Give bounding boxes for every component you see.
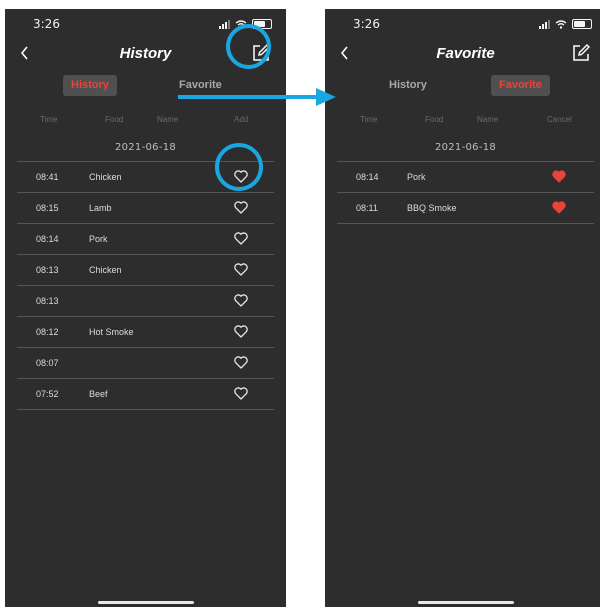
table-row: 08:12 Hot Smoke (17, 317, 274, 348)
table-row: 08:07 (17, 348, 274, 379)
row-time: 08:13 (36, 296, 59, 306)
heart-outline-icon[interactable] (234, 263, 248, 276)
table-row: 08:15 Lamb (17, 193, 274, 224)
home-indicator (97, 601, 194, 604)
date-header: 2021-06-18 (337, 137, 594, 162)
tab-favorite[interactable]: Favorite (491, 75, 550, 96)
arrow-right-icon (178, 88, 336, 106)
row-time: 08:41 (36, 172, 59, 182)
col-add: Add (234, 115, 249, 124)
row-food: Chicken (89, 265, 122, 275)
row-time: 08:07 (36, 358, 59, 368)
heart-outline-icon[interactable] (234, 325, 248, 338)
row-food: Pork (407, 172, 426, 182)
home-indicator (417, 601, 514, 604)
signal-icon (219, 19, 230, 29)
segmented-control: History Favorite (325, 75, 600, 97)
battery-icon (572, 19, 592, 29)
row-time: 08:15 (36, 203, 59, 213)
signal-icon (539, 19, 550, 29)
heart-filled-icon[interactable] (552, 170, 566, 183)
status-time: 3:26 (353, 17, 380, 31)
table-row: 08:11 BBQ Smoke (337, 193, 594, 224)
table-row: 08:13 Chicken (17, 255, 274, 286)
col-name: Name (157, 115, 179, 124)
heart-outline-icon[interactable] (234, 201, 248, 214)
favorite-screen: 3:26 Favorite History Favorite Time Food… (325, 9, 600, 607)
row-time: 07:52 (36, 389, 59, 399)
row-food: Hot Smoke (89, 327, 134, 337)
status-time: 3:26 (33, 17, 60, 31)
col-food: Food (425, 115, 444, 124)
favorite-list: 08:14 Pork 08:11 BBQ Smoke (337, 162, 594, 224)
heart-outline-icon[interactable] (234, 356, 248, 369)
wifi-icon (555, 19, 567, 29)
heart-outline-icon[interactable] (234, 294, 248, 307)
column-headers: Time Food Name Cancel (325, 115, 600, 129)
nav-bar: Favorite (325, 37, 600, 73)
table-row: 08:14 Pork (337, 162, 594, 193)
row-time: 08:13 (36, 265, 59, 275)
status-bar: 3:26 (325, 9, 600, 37)
column-headers: Time Food Name Add (5, 115, 286, 129)
col-cancel: Cancel (547, 115, 572, 124)
row-time: 08:14 (356, 172, 379, 182)
history-list: 08:41 Chicken 08:15 Lamb 08:14 Pork 08:13 Chick… (17, 162, 274, 410)
row-food: BBQ Smoke (407, 203, 457, 213)
heart-filled-icon[interactable] (552, 201, 566, 214)
page-title: Favorite (436, 45, 495, 62)
table-row: 08:14 Pork (17, 224, 274, 255)
row-time: 08:14 (36, 234, 59, 244)
row-food: Lamb (89, 203, 112, 213)
row-food: Pork (89, 234, 108, 244)
status-icons (539, 19, 592, 29)
table-row: 07:52 Beef (17, 379, 274, 410)
heart-outline-icon[interactable] (234, 387, 248, 400)
edit-highlight-circle (226, 24, 271, 69)
col-time: Time (360, 115, 378, 124)
tab-history[interactable]: History (63, 75, 117, 96)
row-time: 08:12 (36, 327, 59, 337)
row-food: Beef (89, 389, 108, 399)
row-food: Chicken (89, 172, 122, 182)
row-time: 08:11 (356, 203, 378, 213)
tab-history[interactable]: History (381, 75, 435, 96)
edit-pencil-icon[interactable] (570, 42, 592, 64)
heart-outline-icon[interactable] (234, 232, 248, 245)
col-time: Time (40, 115, 58, 124)
col-food: Food (105, 115, 124, 124)
heart-highlight-circle (215, 143, 263, 191)
table-row: 08:13 (17, 286, 274, 317)
col-name: Name (477, 115, 499, 124)
